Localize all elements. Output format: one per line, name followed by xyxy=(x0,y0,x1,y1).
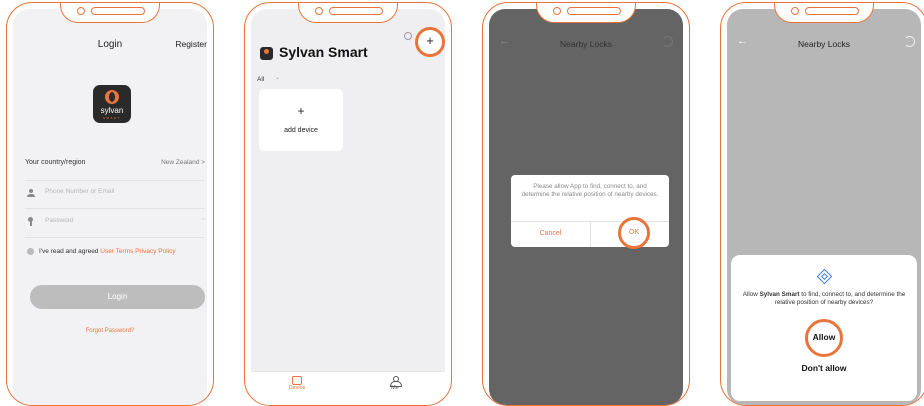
country-value: New Zealand > xyxy=(161,159,205,166)
app-title: Sylvan Smart xyxy=(279,44,368,60)
eye-toggle-icon[interactable]: ~ xyxy=(201,216,205,223)
permission-dialog: Please allow App to find, connect to, an… xyxy=(511,175,669,249)
add-device-label: add device xyxy=(284,127,318,134)
logo-mark-icon xyxy=(105,90,119,104)
nearby-devices-icon xyxy=(816,268,833,285)
phone-notch xyxy=(774,3,874,23)
phone-system-permission: ← Nearby Locks Allow Sylvan Smart to fin… xyxy=(720,2,924,406)
page-title: Nearby Locks xyxy=(560,39,612,49)
country-selector[interactable]: Your country/region New Zealand > xyxy=(25,159,205,181)
tab-device[interactable]: Device xyxy=(277,376,317,391)
phone-app-permission: ← Nearby Locks Please allow App to find,… xyxy=(482,2,690,406)
key-icon xyxy=(28,217,34,226)
tab-device-label: Device xyxy=(288,385,306,391)
dont-allow-button[interactable]: Don't allow xyxy=(731,363,917,373)
app-name: Sylvan Smart xyxy=(759,291,800,298)
chevron-down-icon[interactable]: ⌄ xyxy=(275,74,280,81)
agree-checkbox[interactable] xyxy=(27,248,34,255)
divider xyxy=(590,221,591,247)
cancel-button[interactable]: Cancel xyxy=(511,230,590,237)
phone-device-list: Sylvan Smart + All ⌄ + add device Device… xyxy=(244,2,452,406)
home-icon xyxy=(292,376,302,385)
logo-word: sylvan xyxy=(100,106,124,115)
phone-notch xyxy=(536,3,636,23)
person-icon xyxy=(27,189,35,197)
plus-icon: + xyxy=(297,104,305,118)
add-device-header-button[interactable]: + xyxy=(415,27,445,57)
login-button[interactable]: Login xyxy=(30,285,205,309)
scan-icon[interactable] xyxy=(404,32,412,40)
nearby-locks-system-screen: ← Nearby Locks Allow Sylvan Smart to fin… xyxy=(727,9,921,405)
phone-email-placeholder: Phone Number or Email xyxy=(45,188,115,195)
phone-email-field[interactable]: Phone Number or Email xyxy=(25,187,205,209)
ok-button[interactable]: OK xyxy=(618,217,650,249)
filter-all[interactable]: All xyxy=(257,76,264,83)
privacy-policy-link[interactable]: Privacy Policy xyxy=(135,248,175,255)
sheet-message: Allow Sylvan Smart to find, connect to, … xyxy=(742,291,906,306)
page-title: Nearby Locks xyxy=(798,39,850,49)
phone-notch xyxy=(298,3,398,23)
logo-sub: SMART xyxy=(103,116,121,120)
app-logo-icon xyxy=(260,47,273,60)
allow-button[interactable]: Allow xyxy=(805,319,843,357)
phone-login: Login Register sylvan SMART Your country… xyxy=(6,2,214,406)
phone-notch xyxy=(60,3,160,23)
register-link[interactable]: Register xyxy=(175,39,207,49)
bottom-tab-bar: Device Me xyxy=(251,371,445,405)
country-label: Your country/region xyxy=(25,159,86,166)
nearby-locks-screen: ← Nearby Locks Please allow App to find,… xyxy=(489,9,683,405)
person-icon xyxy=(390,376,402,387)
sylvan-logo: sylvan SMART xyxy=(93,85,131,123)
terms-text: I've read and agreed User Terms Privacy … xyxy=(39,248,176,255)
user-terms-link[interactable]: User Terms xyxy=(100,248,133,255)
device-screen: Sylvan Smart + All ⌄ + add device Device… xyxy=(251,9,445,405)
login-screen: Login Register sylvan SMART Your country… xyxy=(13,9,207,405)
system-permission-sheet: Allow Sylvan Smart to find, connect to, … xyxy=(731,255,917,401)
tab-me[interactable]: Me xyxy=(375,376,415,391)
password-placeholder: Password xyxy=(45,217,74,224)
tutorial-stage: Login Register sylvan SMART Your country… xyxy=(0,0,924,406)
password-field[interactable]: Password ~ xyxy=(25,216,205,238)
loading-spinner-icon xyxy=(662,36,673,47)
add-device-card[interactable]: + add device xyxy=(259,89,343,151)
forgot-password-link[interactable]: Forgot Password? xyxy=(13,328,207,334)
dialog-message: Please allow App to find, connect to, an… xyxy=(521,183,659,198)
loading-spinner-icon xyxy=(904,36,915,47)
chevron-right-icon: > xyxy=(201,159,205,166)
